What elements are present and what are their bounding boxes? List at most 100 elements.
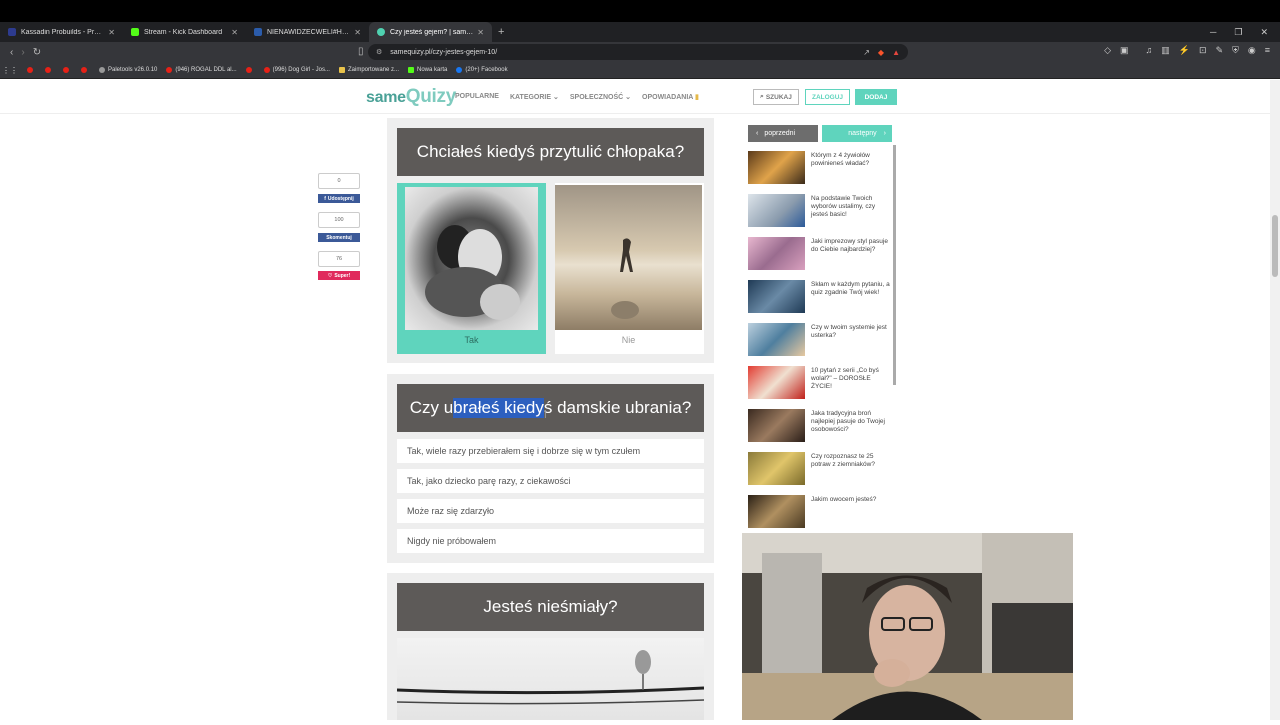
browser-tab[interactable]: Stream - Kick Dashboard ✕: [123, 22, 246, 42]
profile-icon[interactable]: ◉: [1248, 45, 1256, 56]
menu-icon[interactable]: ≡: [1265, 45, 1270, 56]
bookmark-item[interactable]: (996) Dog Girl - Jos...: [263, 67, 330, 73]
nav-stories[interactable]: OPOWIADANIA ▮: [642, 93, 699, 101]
bookmark-item[interactable]: [27, 67, 36, 73]
search-icon: ⌕: [760, 93, 764, 100]
os-top-bar: [0, 0, 1280, 22]
back-icon[interactable]: ‹: [10, 47, 13, 58]
bookmark-item[interactable]: [81, 67, 90, 73]
vpn-icon[interactable]: ⛨: [1232, 45, 1239, 56]
page-scrollbar-thumb[interactable]: [1272, 215, 1278, 277]
super-count: 76: [318, 251, 360, 267]
extension-icon[interactable]: ⚡: [1179, 45, 1190, 56]
login-button[interactable]: ZALOGUJ: [805, 89, 850, 105]
bookmark-item[interactable]: Paletools v26.0.10: [99, 67, 157, 73]
bookmark-item[interactable]: Nowa karta: [408, 67, 447, 73]
browser-tab-bar: Kassadin Probuilds - Probuild.gg✕ Stream…: [0, 22, 1280, 42]
question-title: Chciałeś kiedyś przytulić chłopaka?: [397, 128, 704, 176]
bookmark-item[interactable]: (946) ROGAL DDL al...: [166, 67, 237, 73]
bookmark-item[interactable]: (20+) Facebook: [456, 67, 508, 73]
brave-shield-icon[interactable]: ◆: [878, 48, 884, 57]
browser-tab-active[interactable]: Czy jesteś gejem? | sameQuizy✕: [369, 22, 492, 42]
heart-icon: ♡: [327, 272, 333, 279]
nav-categories[interactable]: KATEGORIE ⌄: [510, 93, 559, 101]
answer-image-option[interactable]: Tak: [397, 183, 546, 354]
close-icon[interactable]: ✕: [477, 28, 484, 37]
browser-tab[interactable]: NIENAWIDZECWELI#HAHAH - Staty:✕: [246, 22, 369, 42]
new-tab-icon[interactable]: +: [498, 26, 504, 38]
facebook-share-button[interactable]: f Udostępnij: [318, 194, 360, 203]
extension-icon[interactable]: ◇: [1104, 45, 1111, 56]
sidebar-quiz-item[interactable]: Jakim owocem jesteś?: [748, 495, 893, 529]
extension-icon[interactable]: ✎: [1216, 45, 1224, 56]
reload-icon[interactable]: ↻: [33, 47, 41, 58]
extension-icon[interactable]: ▣: [1120, 45, 1129, 56]
answer-option[interactable]: Może raz się zdarzyło: [397, 499, 704, 523]
youtube-icon: [45, 67, 51, 73]
share-icon[interactable]: ↗: [863, 48, 870, 57]
sidebar-quiz-item[interactable]: Na podstawie Twoich wyborów ustalimy, cz…: [748, 194, 893, 228]
next-quiz-button[interactable]: następny ›: [822, 125, 892, 142]
sidebar-quiz-item[interactable]: 10 pytań z serii „Co byś wolał?" – DOROS…: [748, 366, 893, 400]
globe-icon: [99, 67, 105, 73]
lonely-figure-photo: [611, 238, 639, 319]
quiz-thumbnail: [748, 237, 805, 270]
nav-popular[interactable]: POPULARNE: [455, 93, 499, 101]
browser-tab[interactable]: Kassadin Probuilds - Probuild.gg✕: [0, 22, 123, 42]
super-button[interactable]: ♡ Super!: [318, 271, 360, 280]
webcam-feed: [742, 533, 1073, 720]
answer-label: Tak: [464, 335, 479, 345]
chevron-right-icon: ›: [883, 130, 886, 137]
sidebar-quiz-item[interactable]: Jaka tradycyjna broń najlepiej pasuje do…: [748, 409, 893, 443]
add-button[interactable]: DODAJ: [855, 89, 897, 105]
close-icon[interactable]: ✕: [231, 28, 238, 37]
chevron-left-icon: ‹: [756, 130, 759, 137]
facebook-share-count: 0: [318, 173, 360, 189]
sidebar-scrollbar[interactable]: [893, 145, 896, 385]
answer-image-option[interactable]: Nie: [555, 183, 704, 354]
window-close-icon[interactable]: ✕: [1260, 27, 1268, 38]
answer-option[interactable]: Tak, wiele razy przebierałem się i dobrz…: [397, 439, 704, 463]
forward-icon[interactable]: ›: [21, 47, 24, 58]
question-image: [396, 638, 705, 720]
comment-button[interactable]: Skomentuj: [318, 233, 360, 242]
answer-option[interactable]: Tak, jako dziecko parę razy, z ciekawośc…: [397, 469, 704, 493]
close-icon[interactable]: ✕: [108, 28, 115, 37]
apps-icon[interactable]: ⋮⋮: [2, 66, 18, 75]
answer-option[interactable]: Nigdy nie próbowałem: [397, 529, 704, 553]
bookmark-item[interactable]: [45, 67, 54, 73]
quiz-thumbnail: [748, 366, 805, 399]
facebook-icon: f: [324, 195, 326, 202]
sidebar-quiz-item[interactable]: Jaki imprezowy styl pasuje do Ciebie naj…: [748, 237, 893, 271]
bookmark-icon[interactable]: ▯: [358, 46, 364, 57]
sidebar-icon[interactable]: ▥: [1161, 45, 1170, 56]
url-field[interactable]: ⚙ samequizy.pl/czy-jestes-gejem-10/ ↗ ◆ …: [368, 44, 908, 60]
bookmark-folder[interactable]: Zaimportowane z...: [338, 67, 399, 73]
page-scrollbar[interactable]: [1270, 80, 1280, 720]
maximize-icon[interactable]: ❐: [1234, 27, 1242, 38]
youtube-icon: [27, 67, 33, 73]
site-logo[interactable]: sameQuizy: [366, 86, 456, 108]
answer-image: [405, 187, 538, 330]
sidebar-quiz-item[interactable]: Czy rozpoznasz te 25 potraw z ziemniaków…: [748, 452, 893, 486]
tab-favicon-icon: [131, 28, 139, 36]
sidebar-quiz-item[interactable]: Czy w twoim systemie jest usterka?: [748, 323, 893, 357]
search-button[interactable]: ⌕ SZUKAJ: [753, 89, 799, 105]
quiz-thumbnail: [748, 323, 805, 356]
minimize-icon[interactable]: ─: [1210, 27, 1216, 37]
bookmark-item[interactable]: [63, 67, 72, 73]
sidebar-quiz-item[interactable]: Którym z 4 żywiołów powinieneś władać?: [748, 151, 893, 185]
kick-icon: [408, 67, 415, 73]
sidebar-quiz-item[interactable]: Skłam w każdym pytaniu, a quiz zgadnie T…: [748, 280, 893, 314]
facebook-icon: [456, 67, 463, 73]
extension-icon[interactable]: ⊡: [1199, 45, 1207, 56]
answer-image: [555, 185, 702, 330]
tab-favicon-icon: [377, 28, 385, 36]
previous-quiz-button[interactable]: ‹ poprzedni: [748, 125, 818, 142]
close-icon[interactable]: ✕: [354, 28, 361, 37]
site-info-icon[interactable]: ⚙: [376, 48, 382, 56]
rewards-icon[interactable]: ▲: [892, 48, 900, 57]
bookmark-item[interactable]: [245, 67, 255, 73]
extension-icon[interactable]: ♫: [1146, 45, 1153, 56]
nav-community[interactable]: SPOŁECZNOŚĆ ⌄: [570, 93, 631, 101]
